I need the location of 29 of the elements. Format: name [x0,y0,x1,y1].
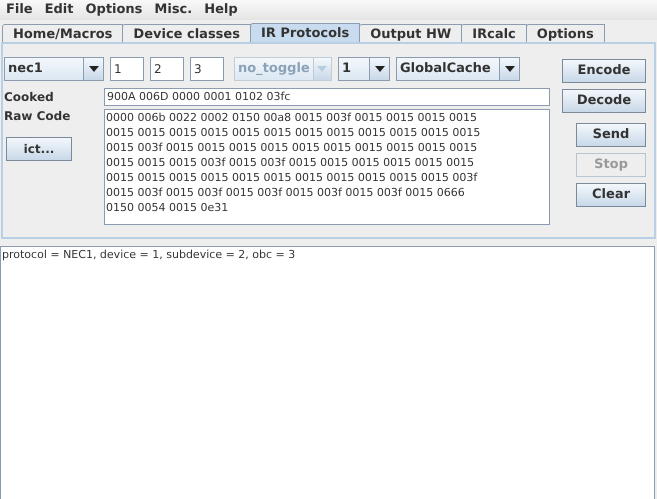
tab[interactable]: IR Protocols [250,23,360,42]
protocol-dropdown[interactable]: nec1 [4,57,104,81]
cooked-field[interactable]: 900A 006D 0000 0001 0102 03fc [104,88,550,106]
parameter-field[interactable]: 1 [110,57,144,81]
menu-item[interactable]: Help [204,0,238,20]
button[interactable]: Decode [562,89,646,113]
caret-icon [369,58,389,80]
parameter-field[interactable]: 2 [150,57,184,81]
output-area[interactable]: protocol = NEC1, device = 1, subdevice = 2, obc = 3 [0,246,655,499]
tab[interactable]: Options [526,24,605,42]
tab[interactable]: Output HW [359,24,462,42]
raw-code-field[interactable]: 0000 006b 0022 0002 0150 00a8 0015 003f 0015 0015 0015 0015 0015 0015 0015 0015 0015 0015 0015 0015 0015 0015 0015 0015 0015 003f 0015 0015 0015 0015 0015 0015 0015 0015 0015 0015 0015 0015 0015 003f 0015 003f 0015 0015 0015 0015 0015 0015 0015 0015 0015 0015 0015 0015 0015 0015 0015 0015 0015 003f 0015 003f 0015 003f 0015 003f 0015 003f 0015 003f 0015 0666 0150 0054 0015 0e31 [104,109,550,225]
ict-button[interactable]: ict... [6,137,72,161]
caret-icon [499,58,519,80]
menu-item[interactable]: Misc. [154,0,192,20]
menu-item[interactable]: File [6,0,33,20]
button[interactable]: Encode [562,59,646,83]
caret-icon [83,58,103,80]
output-format-dropdown[interactable]: GlobalCache [396,57,520,81]
button[interactable]: Send [576,123,646,147]
field-label: Raw Code [4,109,72,123]
parameter-field[interactable]: 3 [190,57,224,81]
caret-icon [312,58,331,80]
tab[interactable]: Home/Macros [2,24,124,42]
button[interactable]: Clear [576,183,646,207]
menu-item[interactable]: Edit [44,0,74,20]
count-dropdown[interactable]: 1 [338,57,390,81]
field-label: Cooked [4,89,55,106]
menu-item[interactable]: Options [85,0,142,20]
